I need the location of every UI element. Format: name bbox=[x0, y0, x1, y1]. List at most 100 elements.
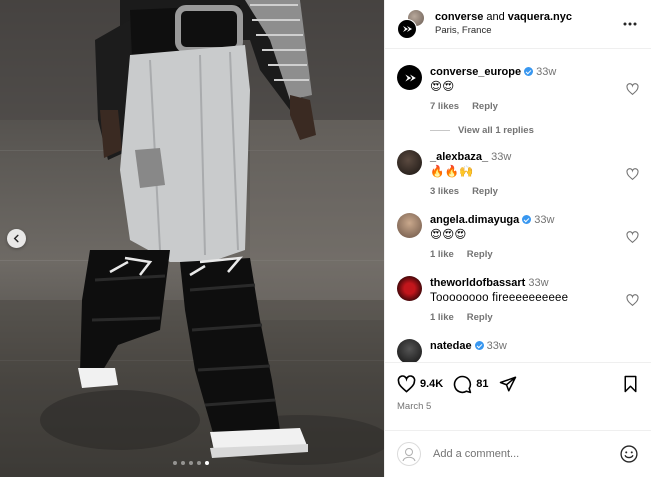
reply-button[interactable]: Reply bbox=[467, 312, 493, 323]
comment-meta: 1 like Reply bbox=[430, 249, 639, 260]
post-photo[interactable] bbox=[0, 0, 384, 477]
view-replies-button[interactable]: View all 1 replies bbox=[430, 125, 639, 136]
comment-header: angela.dimayuga 33w bbox=[430, 213, 639, 227]
replies-divider bbox=[430, 130, 450, 131]
comment-text: 😍😍😍 bbox=[430, 229, 467, 241]
verified-badge-icon bbox=[522, 215, 532, 224]
comment-text: Toooooooo fireeeeeeeeee bbox=[430, 292, 569, 304]
emoji-icon[interactable] bbox=[619, 444, 639, 464]
post-side-panel: converse and vaquera.nyc Paris, France c… bbox=[384, 0, 651, 477]
comment-time: 33w bbox=[486, 340, 507, 352]
comment-avatar[interactable] bbox=[397, 276, 422, 301]
chevron-left-icon bbox=[13, 234, 19, 243]
converse-avatar[interactable] bbox=[397, 19, 417, 39]
reply-button[interactable]: Reply bbox=[467, 249, 493, 260]
comment-username[interactable]: _alexbaza_ bbox=[430, 151, 488, 163]
comment-header: converse_europe 33w bbox=[430, 65, 639, 79]
like-button[interactable]: 9.4K bbox=[397, 374, 443, 394]
comment-header: natedae 33w bbox=[430, 339, 639, 353]
comment-text: 🔥🔥🙌 bbox=[430, 166, 474, 178]
comment-body: converse_europe 33w 😍😍 7 likes Reply bbox=[430, 65, 639, 112]
post-header: converse and vaquera.nyc Paris, France bbox=[385, 0, 651, 49]
carousel-dot bbox=[189, 461, 193, 465]
more-horizontal-icon bbox=[623, 22, 637, 26]
view-replies-label: View all 1 replies bbox=[458, 125, 534, 136]
like-comment-heart-icon[interactable] bbox=[626, 83, 639, 96]
comment-time: 33w bbox=[491, 151, 512, 163]
comment-header: _alexbaza_ 33w bbox=[430, 150, 639, 164]
paper-plane-icon bbox=[499, 376, 516, 392]
converse-logo-icon bbox=[404, 74, 416, 81]
comment-meta: 1 like Reply bbox=[430, 312, 639, 323]
comment-avatar[interactable] bbox=[397, 213, 422, 238]
comments-count[interactable]: 81 bbox=[476, 378, 488, 390]
carousel-indicator bbox=[173, 461, 209, 465]
comment-body: _alexbaza_ 33w 🔥🔥🙌 3 likes Reply bbox=[430, 150, 639, 197]
comment-button[interactable]: 81 bbox=[453, 375, 489, 394]
header-title: converse and vaquera.nyc bbox=[435, 11, 619, 24]
header-text: converse and vaquera.nyc Paris, France bbox=[435, 11, 619, 37]
comment-username[interactable]: theworldofbassart bbox=[430, 277, 525, 289]
comment-item: natedae 33w bbox=[397, 339, 639, 362]
comment-item: converse_europe 33w 😍😍 7 likes Reply bbox=[397, 65, 639, 112]
comment-likes[interactable]: 1 like bbox=[430, 249, 454, 260]
comment-username[interactable]: natedae bbox=[430, 340, 472, 352]
verified-badge-icon bbox=[474, 341, 484, 350]
share-button[interactable] bbox=[499, 375, 517, 393]
comment-body: natedae 33w bbox=[430, 339, 639, 362]
like-comment-heart-icon[interactable] bbox=[626, 231, 639, 244]
verified-badge-icon bbox=[524, 67, 534, 76]
carousel-dot bbox=[173, 461, 177, 465]
save-button[interactable] bbox=[622, 375, 639, 393]
comment-meta: 3 likes Reply bbox=[430, 186, 639, 197]
reply-button[interactable]: Reply bbox=[472, 186, 498, 197]
header-joiner: and bbox=[486, 11, 505, 23]
heart-icon bbox=[397, 374, 416, 393]
comment-avatar[interactable] bbox=[397, 150, 422, 175]
comment-username[interactable]: converse_europe bbox=[430, 66, 521, 78]
bookmark-icon bbox=[624, 375, 637, 393]
comment-time: 33w bbox=[534, 214, 555, 226]
carousel-dot bbox=[205, 461, 209, 465]
comment-item: angela.dimayuga 33w 😍😍😍 1 like Reply bbox=[397, 213, 639, 260]
comment-likes[interactable]: 1 like bbox=[430, 312, 454, 323]
comment-input[interactable] bbox=[433, 448, 619, 460]
comment-meta: 7 likes Reply bbox=[430, 101, 639, 112]
converse-logo-icon bbox=[403, 26, 412, 32]
comment-avatar[interactable] bbox=[397, 65, 422, 90]
more-options-button[interactable] bbox=[619, 13, 641, 35]
likes-count[interactable]: 9.4K bbox=[420, 378, 443, 390]
comment-time: 33w bbox=[536, 66, 557, 78]
collab-avatars[interactable] bbox=[397, 9, 427, 39]
post-actions: 9.4K 81 March 5 bbox=[385, 362, 651, 430]
comment-avatar[interactable] bbox=[397, 339, 422, 362]
add-comment-bar bbox=[385, 430, 651, 477]
comment-body: theworldofbassart 33w Toooooooo fireeeeee… bbox=[430, 276, 639, 323]
comment-time: 33w bbox=[528, 277, 549, 289]
comment-item: _alexbaza_ 33w 🔥🔥🙌 3 likes Reply bbox=[397, 150, 639, 197]
comment-username[interactable]: angela.dimayuga bbox=[430, 214, 519, 226]
runway-model-illustration bbox=[0, 0, 384, 477]
location-link[interactable]: Paris, France bbox=[435, 24, 619, 37]
comment-likes[interactable]: 3 likes bbox=[430, 186, 459, 197]
like-comment-heart-icon[interactable] bbox=[626, 294, 639, 307]
reply-button[interactable]: Reply bbox=[472, 101, 498, 112]
user-profile-icon bbox=[402, 448, 416, 462]
action-row: 9.4K 81 bbox=[397, 372, 639, 396]
previous-slide-button[interactable] bbox=[7, 229, 26, 248]
post-dialog: converse and vaquera.nyc Paris, France c… bbox=[0, 0, 651, 477]
account-link-vaquera[interactable]: vaquera.nyc bbox=[508, 11, 572, 23]
comment-item: theworldofbassart 33w Toooooooo fireeeeee… bbox=[397, 276, 639, 323]
current-user-avatar[interactable] bbox=[397, 442, 421, 466]
comment-body: angela.dimayuga 33w 😍😍😍 1 like Reply bbox=[430, 213, 639, 260]
comments-list[interactable]: converse_europe 33w 😍😍 7 likes Reply View… bbox=[385, 49, 651, 362]
carousel-dot bbox=[181, 461, 185, 465]
comment-text: 😍😍 bbox=[430, 81, 455, 93]
comment-bubble-icon bbox=[453, 375, 472, 393]
account-link-converse[interactable]: converse bbox=[435, 11, 483, 23]
comment-header: theworldofbassart 33w bbox=[430, 276, 639, 290]
post-date[interactable]: March 5 bbox=[397, 401, 639, 412]
comment-likes[interactable]: 7 likes bbox=[430, 101, 459, 112]
like-comment-heart-icon[interactable] bbox=[626, 168, 639, 181]
carousel-dot bbox=[197, 461, 201, 465]
